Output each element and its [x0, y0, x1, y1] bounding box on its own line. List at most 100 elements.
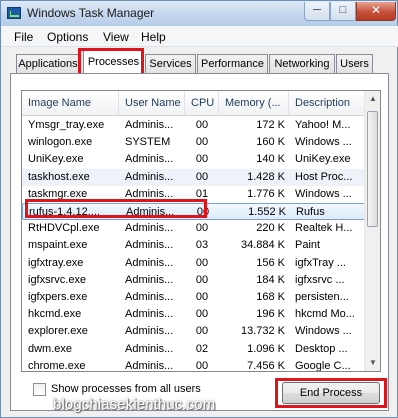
cell-cpu: 00	[195, 136, 209, 149]
minimize-button[interactable]: ─	[304, 2, 330, 21]
tab-networking[interactable]: Networking	[269, 54, 335, 73]
cell-description: Rufus	[296, 206, 325, 218]
cell-image-name: igfxtray.exe	[28, 256, 84, 269]
cell-image-name: hkcmd.exe	[28, 308, 82, 321]
cell-user-name: Adminis...	[125, 153, 174, 166]
process-row[interactable]: winlogon.exe SYSTEM 00 160 K Windows ...	[22, 134, 365, 151]
menu-options[interactable]: Options	[47, 30, 88, 44]
cell-description: Windows ...	[295, 325, 352, 338]
cell-user-name: SYSTEM	[125, 136, 171, 149]
process-row[interactable]: taskhost.exe Adminis... 00 1.428 K Host Proc…	[22, 168, 365, 186]
end-process-button[interactable]: End Process	[282, 382, 380, 404]
maximize-button[interactable]: □	[330, 2, 356, 21]
process-row[interactable]: RtHDVCpl.exe Adminis... 00 220 K Realtek H..…	[22, 220, 365, 237]
column-header-description[interactable]: Description	[289, 91, 365, 115]
cell-description: igfxTray ...	[295, 256, 346, 269]
process-row[interactable]: Ymsgr_tray.exe Adminis... 00 172 K Yahoo! M.…	[22, 117, 365, 134]
cell-image-name: winlogon.exe	[28, 136, 93, 149]
process-list[interactable]: Image Name User Name CPU Memory (... Des…	[21, 90, 381, 372]
close-icon: ✕	[370, 3, 382, 17]
cell-description: UniKey.exe	[295, 153, 351, 166]
cell-cpu: 02	[195, 342, 209, 355]
menu-bar: File Options View Help	[2, 26, 398, 47]
processes-tab-highlight	[78, 48, 144, 76]
tab-strip: Applications Processes Services Performa…	[2, 46, 398, 74]
process-row[interactable]: dwm.exe Adminis... 02 1.096 K Desktop ...	[22, 341, 365, 358]
menu-view[interactable]: View	[103, 30, 129, 44]
scroll-up-icon[interactable]: ▲	[366, 91, 380, 107]
scroll-down-icon[interactable]: ▼	[366, 355, 380, 371]
cell-image-name: dwm.exe	[28, 342, 73, 355]
cell-cpu: 00	[195, 222, 209, 235]
column-header-user-name[interactable]: User Name	[119, 91, 185, 115]
cell-description: Paint	[295, 239, 321, 252]
cell-description: persisten...	[295, 291, 349, 303]
cell-cpu: 00	[195, 291, 209, 303]
column-header-memory[interactable]: Memory (...	[219, 91, 289, 115]
task-manager-app-icon	[7, 7, 21, 19]
cell-memory: 34.884 K	[240, 239, 285, 252]
cell-image-name: explorer.exe	[28, 325, 88, 338]
cell-cpu: 00	[195, 119, 209, 131]
rufus-row-highlight	[25, 199, 207, 218]
process-row[interactable]: igfxpers.exe Adminis... 00 168 K persisten..…	[22, 289, 365, 306]
cell-image-name: igfxpers.exe	[28, 291, 88, 303]
menu-file[interactable]: File	[14, 30, 33, 44]
process-row[interactable]: igfxsrvc.exe Adminis... 00 184 K igfxsrvc ..…	[22, 272, 365, 289]
cell-memory: 196 K	[256, 308, 285, 321]
show-all-users-label: Show processes from all users	[51, 383, 201, 395]
cell-memory: 160 K	[256, 136, 285, 149]
tab-performance[interactable]: Performance	[197, 54, 268, 73]
cell-cpu: 00	[195, 359, 209, 372]
cell-user-name: Adminis...	[125, 308, 174, 321]
process-row[interactable]: UniKey.exe Adminis... 00 140 K UniKey.exe	[22, 151, 365, 168]
cell-cpu: 03	[195, 239, 209, 252]
cell-description: igfxsrvc ...	[295, 273, 345, 286]
cell-description: Desktop ...	[295, 342, 348, 355]
cell-description: Realtek H...	[295, 222, 353, 235]
minimize-icon: ─	[313, 4, 321, 16]
column-header-image-name[interactable]: Image Name	[22, 91, 119, 115]
cell-memory: 220 K	[256, 222, 285, 235]
menu-help[interactable]: Help	[141, 30, 166, 44]
vertical-scrollbar[interactable]: ▲ ▼	[364, 91, 380, 371]
process-row[interactable]: igfxtray.exe Adminis... 00 156 K igfxTray ..…	[22, 255, 365, 272]
scrollbar-thumb[interactable]	[367, 111, 378, 227]
cell-image-name: taskhost.exe	[28, 170, 90, 183]
cell-user-name: Adminis...	[125, 325, 174, 338]
watermark: blogchiasekienthuc.com	[53, 396, 216, 413]
close-button[interactable]: ✕	[356, 2, 396, 21]
process-row[interactable]: chrome.exe Adminis... 00 7.456 K Google C...	[22, 358, 365, 372]
show-all-users-checkbox[interactable]	[33, 383, 46, 396]
cell-user-name: Adminis...	[125, 256, 174, 269]
process-row[interactable]: hkcmd.exe Adminis... 00 196 K hkcmd Mo...	[22, 306, 365, 323]
cell-user-name: Adminis...	[125, 342, 174, 355]
cell-memory: 1.776 K	[247, 187, 285, 200]
cell-memory: 168 K	[256, 291, 285, 303]
cell-cpu: 00	[195, 170, 209, 183]
cell-memory: 156 K	[256, 256, 285, 269]
cell-memory: 1.096 K	[247, 342, 285, 355]
process-row[interactable]: mspaint.exe Adminis... 03 34.884 K Paint	[22, 237, 365, 254]
cell-memory: 7.456 K	[247, 359, 285, 372]
cell-image-name: Ymsgr_tray.exe	[28, 119, 105, 131]
column-header-cpu[interactable]: CPU	[185, 91, 219, 115]
cell-cpu: 00	[195, 153, 209, 166]
cell-cpu: 00	[195, 308, 209, 321]
cell-memory: 1.552 K	[248, 206, 286, 218]
cell-description: Host Proc...	[295, 170, 353, 183]
cell-cpu: 00	[195, 256, 209, 269]
cell-user-name: Adminis...	[125, 291, 174, 303]
cell-image-name: RtHDVCpl.exe	[28, 222, 100, 235]
tab-services[interactable]: Services	[145, 54, 196, 73]
title-bar[interactable]: Windows Task Manager ─ □ ✕	[1, 1, 397, 26]
cell-image-name: mspaint.exe	[28, 239, 88, 252]
tab-applications[interactable]: Applications	[16, 54, 80, 73]
cell-description: Windows ...	[295, 136, 352, 149]
cell-user-name: Adminis...	[125, 359, 174, 372]
cell-memory: 13.732 K	[240, 325, 285, 338]
window-title: Windows Task Manager	[27, 6, 155, 20]
process-row[interactable]: explorer.exe Adminis... 00 13.732 K Windows …	[22, 323, 365, 340]
tab-users[interactable]: Users	[336, 54, 373, 73]
cell-description: hkcmd Mo...	[295, 308, 355, 321]
